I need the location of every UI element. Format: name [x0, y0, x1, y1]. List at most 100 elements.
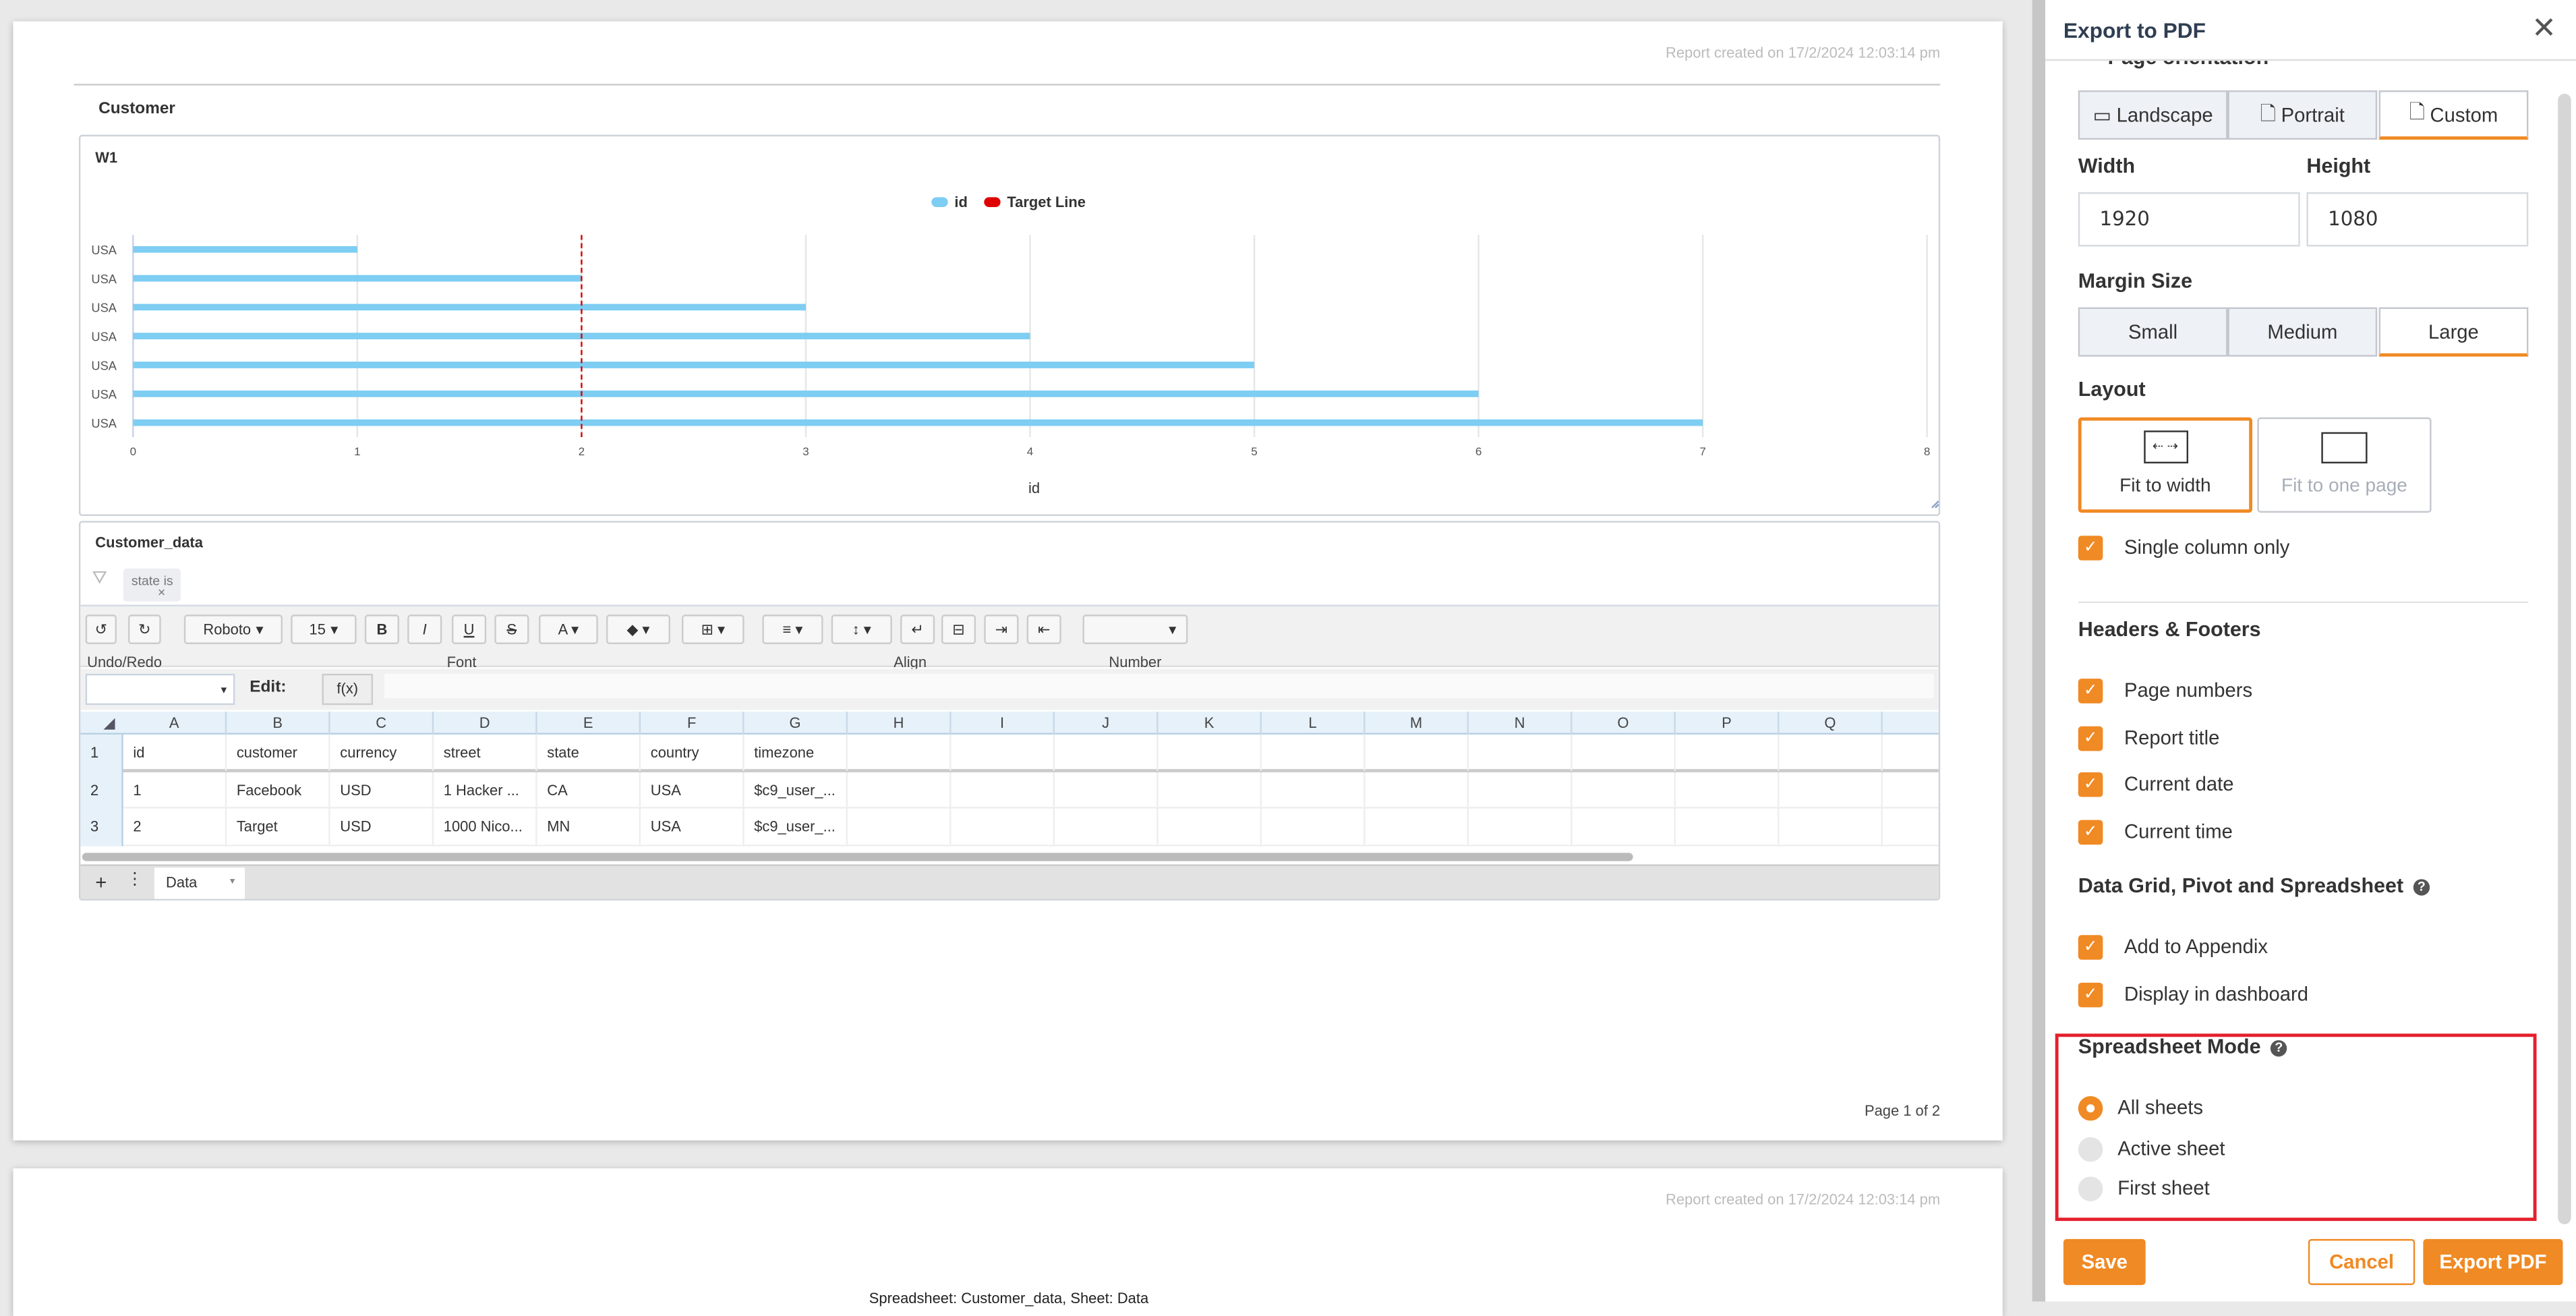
- empty-cell[interactable]: [1262, 734, 1366, 771]
- column-header-partial[interactable]: [1883, 712, 1939, 735]
- empty-cell[interactable]: [848, 734, 952, 771]
- height-input[interactable]: 1080: [2306, 192, 2529, 247]
- column-header-Q[interactable]: Q: [1779, 711, 1883, 735]
- checkbox-current-time[interactable]: ✓: [2078, 820, 2103, 845]
- cell[interactable]: $c9_user_...: [744, 808, 848, 845]
- cell[interactable]: $c9_user_...: [744, 771, 848, 808]
- cell[interactable]: CA: [537, 771, 641, 808]
- cell[interactable]: USD: [330, 771, 434, 808]
- empty-cell[interactable]: [1055, 734, 1159, 771]
- remove-filter-icon[interactable]: ×: [158, 585, 165, 600]
- orientation-landscape[interactable]: ▭ Landscape: [2078, 90, 2228, 140]
- italic-button[interactable]: I: [407, 614, 442, 644]
- margin-medium[interactable]: Medium: [2227, 307, 2378, 357]
- wrap-text-icon[interactable]: ↵: [900, 614, 935, 644]
- cell[interactable]: USA: [641, 771, 744, 808]
- redo-icon[interactable]: ↻: [128, 614, 161, 644]
- radio-first-sheet[interactable]: [2078, 1176, 2103, 1201]
- cell[interactable]: state: [537, 734, 641, 771]
- radio-active-sheet[interactable]: [2078, 1136, 2103, 1162]
- empty-cell[interactable]: [1572, 808, 1676, 845]
- select-all-icon[interactable]: [103, 718, 115, 730]
- column-header-I[interactable]: I: [952, 711, 1055, 735]
- row-header-1[interactable]: 1: [90, 745, 98, 761]
- merge-cells-icon[interactable]: ⊟: [941, 614, 976, 644]
- filter-chip[interactable]: state is ×: [123, 568, 181, 602]
- empty-cell[interactable]: [1469, 771, 1573, 808]
- outdent-icon[interactable]: ⇤: [1026, 614, 1061, 644]
- borders-icon[interactable]: ⊞ ▾: [682, 614, 744, 644]
- empty-cell[interactable]: [1055, 808, 1159, 845]
- radio-all-sheets[interactable]: [2078, 1095, 2103, 1121]
- empty-cell[interactable]: [1779, 771, 1883, 808]
- cell-reference-select[interactable]: ▾: [85, 673, 235, 706]
- empty-cell[interactable]: [952, 734, 1055, 771]
- cell[interactable]: 1000 Nico...: [434, 808, 537, 845]
- single-column-checkbox[interactable]: ✓: [2078, 536, 2103, 561]
- save-button[interactable]: Save: [2063, 1238, 2146, 1286]
- column-header-N[interactable]: N: [1469, 711, 1573, 735]
- empty-cell[interactable]: [1365, 808, 1469, 845]
- layout-fit-to-one-page[interactable]: Fit to one page: [2257, 417, 2432, 513]
- empty-cell[interactable]: [1469, 808, 1573, 845]
- help-icon[interactable]: ?: [2413, 879, 2430, 896]
- checkbox-display-in-dashboard[interactable]: ✓: [2078, 982, 2103, 1008]
- empty-cell[interactable]: [1572, 734, 1676, 771]
- sheet-tab-data[interactable]: Data ▾: [154, 867, 245, 899]
- empty-cell[interactable]: [1676, 771, 1780, 808]
- cancel-button[interactable]: Cancel: [2308, 1238, 2416, 1286]
- empty-cell[interactable]: [848, 808, 952, 845]
- cell[interactable]: 1 Hacker ...: [434, 771, 537, 808]
- empty-cell[interactable]: [1159, 808, 1262, 845]
- empty-cell[interactable]: [1883, 809, 1939, 845]
- fill-color-icon[interactable]: ◆ ▾: [606, 614, 670, 644]
- column-header-D[interactable]: D: [434, 711, 537, 735]
- column-header-E[interactable]: E: [537, 711, 641, 735]
- underline-button[interactable]: U: [451, 614, 487, 644]
- cell[interactable]: customer: [227, 734, 330, 771]
- empty-cell[interactable]: [1676, 808, 1780, 845]
- empty-cell[interactable]: [1676, 734, 1780, 771]
- layout-fit-to-width[interactable]: ⇠ ⇢ Fit to width: [2078, 417, 2253, 513]
- empty-cell[interactable]: [848, 771, 952, 808]
- panel-scrollbar[interactable]: [2558, 93, 2571, 1224]
- export-pdf-button[interactable]: Export PDF: [2423, 1238, 2563, 1286]
- cell[interactable]: Target: [227, 808, 330, 845]
- cell[interactable]: country: [641, 734, 744, 771]
- width-input[interactable]: 1920: [2078, 192, 2300, 247]
- horizontal-align-icon[interactable]: ≡ ▾: [762, 614, 823, 644]
- add-sheet-icon[interactable]: +: [95, 871, 107, 894]
- preview-scrollbar[interactable]: [2032, 0, 2046, 1302]
- horizontal-scrollbar[interactable]: [82, 853, 1633, 861]
- cell[interactable]: street: [434, 734, 537, 771]
- formula-input[interactable]: [384, 673, 1934, 699]
- indent-icon[interactable]: ⇥: [984, 614, 1019, 644]
- empty-cell[interactable]: [1779, 808, 1883, 845]
- cell[interactable]: currency: [330, 734, 434, 771]
- column-header-B[interactable]: B: [227, 711, 330, 735]
- row-header-2[interactable]: 2: [90, 781, 98, 797]
- cell[interactable]: 1: [123, 771, 227, 808]
- cell[interactable]: Facebook: [227, 771, 330, 808]
- bold-button[interactable]: B: [364, 614, 399, 644]
- text-color-icon[interactable]: A ▾: [539, 614, 598, 644]
- empty-cell[interactable]: [1779, 734, 1883, 771]
- column-header-J[interactable]: J: [1055, 711, 1159, 735]
- empty-cell[interactable]: [1055, 771, 1159, 808]
- empty-cell[interactable]: [952, 771, 1055, 808]
- undo-icon[interactable]: ↺: [85, 614, 117, 644]
- empty-cell[interactable]: [1572, 771, 1676, 808]
- column-header-A[interactable]: A: [123, 711, 227, 735]
- empty-cell[interactable]: [1159, 771, 1262, 808]
- empty-cell[interactable]: [1262, 808, 1366, 845]
- sheet-menu-icon[interactable]: ⋮: [127, 871, 143, 889]
- empty-cell[interactable]: [952, 808, 1055, 845]
- margin-large[interactable]: Large: [2378, 307, 2529, 357]
- checkbox-current-date[interactable]: ✓: [2078, 772, 2103, 798]
- column-header-H[interactable]: H: [848, 711, 952, 735]
- orientation-custom[interactable]: 🗋 Custom: [2378, 90, 2529, 140]
- column-header-O[interactable]: O: [1572, 711, 1676, 735]
- cell[interactable]: id: [123, 734, 227, 771]
- number-format-select[interactable]: ▾: [1082, 614, 1188, 644]
- column-header-L[interactable]: L: [1262, 711, 1366, 735]
